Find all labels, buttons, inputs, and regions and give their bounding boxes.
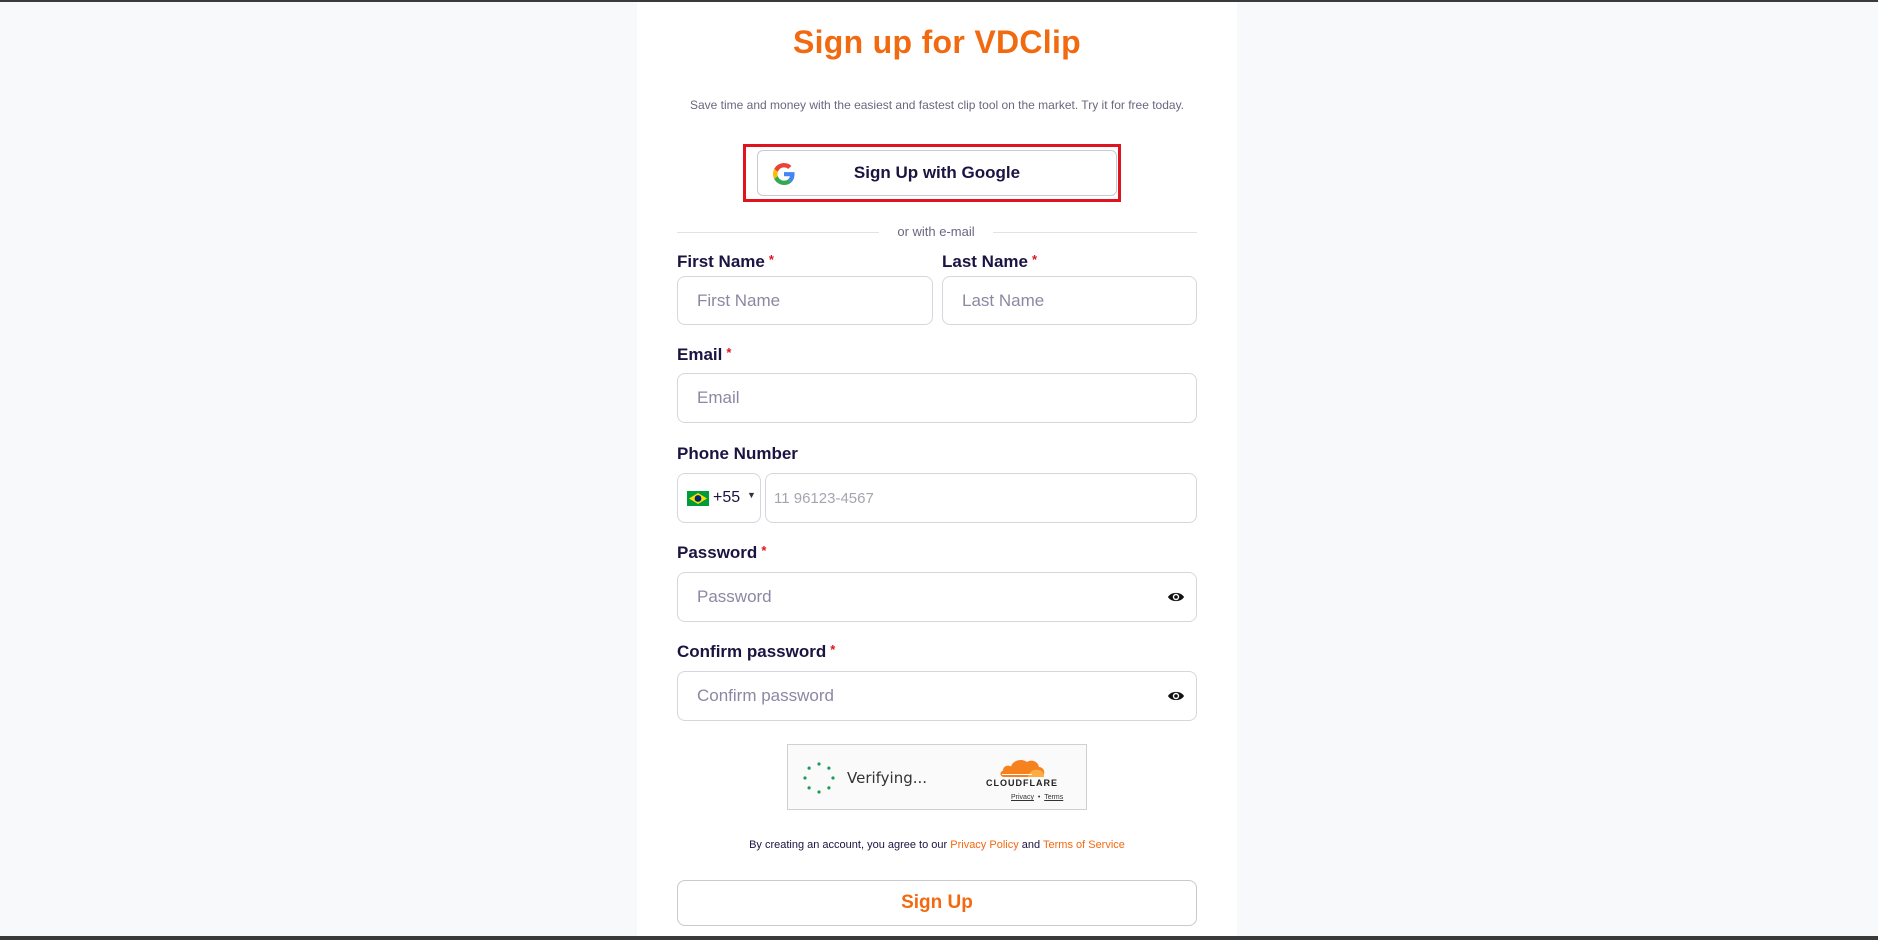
confirm-password-input[interactable] (677, 671, 1197, 721)
country-code-text: +55 (713, 489, 741, 506)
privacy-policy-link[interactable]: Privacy Policy (950, 839, 1018, 851)
captcha-link-separator: • (1037, 794, 1041, 801)
captcha-links: Privacy • Terms (1011, 794, 1063, 801)
required-mark: * (1031, 252, 1038, 267)
window-bottom-border (0, 936, 1878, 940)
captcha-terms-link[interactable]: Terms (1044, 794, 1063, 801)
page-title: Sign up for VDClip (792, 24, 1082, 60)
google-signup-button[interactable]: Sign Up with Google (757, 150, 1117, 196)
page-subtitle: Save time and money with the easiest and… (689, 98, 1185, 112)
google-signup-label: Sign Up with Google (853, 163, 1021, 182)
required-mark: * (726, 345, 732, 360)
password-input[interactable] (677, 572, 1197, 622)
signup-submit-button[interactable]: Sign Up (677, 880, 1197, 926)
agreement-text: By creating an account, you agree to our… (637, 839, 1237, 851)
cloudflare-logo-icon (1000, 759, 1045, 777)
first-name-label: First Name * (677, 252, 774, 272)
cloudflare-captcha[interactable]: Verifying... CLOUDFLARE Privacy • Terms (787, 744, 1087, 810)
confirm-password-label-text: Confirm password (677, 642, 827, 661)
email-input[interactable] (677, 373, 1197, 423)
divider-line-left (677, 232, 879, 233)
captcha-privacy-link[interactable]: Privacy (1011, 794, 1034, 801)
required-mark: * (830, 642, 836, 657)
first-name-input[interactable] (677, 276, 933, 325)
password-label-text: Password (677, 543, 758, 562)
divider-line-right (993, 232, 1197, 233)
country-code-select[interactable]: +55 ▼ (677, 473, 761, 523)
captcha-status: Verifying... (847, 769, 928, 787)
divider-text: or with e-mail (897, 224, 975, 239)
last-name-input[interactable] (942, 276, 1197, 325)
phone-number-input[interactable] (765, 473, 1197, 523)
agreement-and: and (1018, 839, 1043, 851)
brazil-flag-icon (687, 491, 709, 506)
chevron-down-icon: ▼ (747, 490, 756, 500)
required-mark: * (768, 252, 774, 267)
agreement-prefix: By creating an account, you agree to our (749, 839, 951, 851)
email-label: Email * (677, 345, 731, 365)
show-password-eye-icon[interactable] (1167, 590, 1185, 604)
cloudflare-wordmark: CLOUDFLARE (986, 778, 1058, 788)
last-name-label: Last Name * (942, 252, 1037, 272)
loading-spinner-icon (803, 762, 835, 794)
terms-of-service-link[interactable]: Terms of Service (1043, 839, 1125, 851)
email-divider: or with e-mail (677, 224, 1197, 240)
confirm-password-label: Confirm password * (677, 642, 835, 662)
first-name-label-text: First Name (677, 252, 765, 271)
email-label-text: Email (677, 345, 723, 364)
required-mark: * (761, 543, 767, 558)
last-name-label-text: Last Name (942, 252, 1028, 271)
password-label: Password * (677, 543, 766, 563)
phone-label-text: Phone Number (677, 444, 798, 463)
phone-label: Phone Number (677, 444, 798, 464)
show-confirm-password-eye-icon[interactable] (1167, 689, 1185, 703)
signup-panel: Sign up for VDClip Save time and money w… (637, 2, 1237, 936)
